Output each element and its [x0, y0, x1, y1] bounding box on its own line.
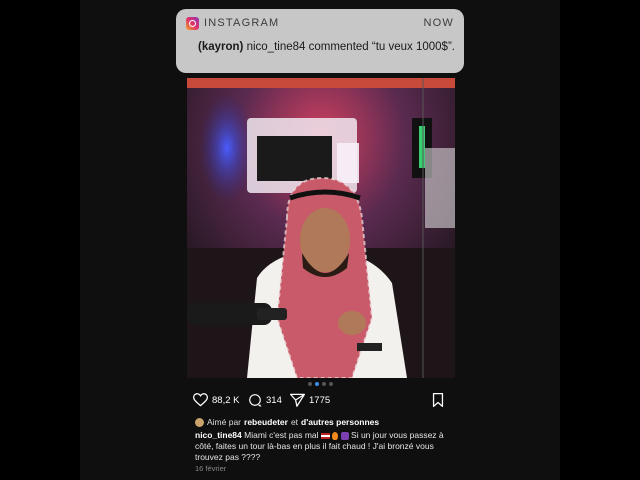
comment-button[interactable]: 314: [248, 393, 282, 407]
carousel-dot: [329, 382, 333, 386]
heart-icon: [193, 393, 208, 407]
caption-text-1: Miami c'est pas mal: [244, 430, 319, 440]
like-count: 88,2 K: [212, 394, 240, 406]
carousel-dot: [308, 382, 312, 386]
like-button[interactable]: 88,2 K: [193, 393, 239, 407]
share-count: 1775: [309, 394, 331, 406]
caption-username[interactable]: nico_tine84: [195, 430, 242, 440]
notification-time: NOW: [423, 17, 454, 29]
notification-sender: (kayron): [198, 41, 244, 53]
post-caption: nico_tine84 Miami c'est pas mal Si un jo…: [195, 430, 445, 463]
liked-by-suffix: et: [290, 417, 299, 427]
comment-icon: [249, 394, 262, 407]
post-photo[interactable]: [187, 78, 455, 378]
share-button[interactable]: 1775: [290, 393, 330, 407]
push-notification[interactable]: INSTAGRAM NOW (kayron) nico_tine84 comme…: [176, 9, 464, 73]
post-photo-image: [187, 78, 455, 378]
post-actions-bar: 88,2 K 314 1775: [193, 393, 449, 409]
left-letterbox: [0, 0, 80, 480]
liked-by-prefix: Aimé par: [207, 417, 242, 427]
liked-by-line: Aimé par rebeudeter et d'autres personne…: [195, 417, 379, 427]
notification-body: (kayron) nico_tine84 commented “tu veux …: [198, 41, 464, 53]
carousel-indicator: [308, 382, 333, 386]
carousel-dot: [322, 382, 326, 386]
notification-message: nico_tine84 commented “tu veux 1000$”.: [246, 41, 455, 53]
flag-emoji-icon: [320, 432, 330, 439]
notification-app-name: INSTAGRAM: [204, 17, 280, 29]
fire-emoji-icon: [332, 431, 339, 440]
save-button[interactable]: [432, 393, 444, 407]
bookmark-icon: [432, 393, 444, 407]
send-icon: [290, 393, 305, 407]
liked-by-others[interactable]: d'autres personnes: [301, 417, 379, 427]
avatar: [195, 417, 204, 427]
instagram-icon: [186, 16, 199, 30]
post-date: 16 février: [195, 464, 227, 473]
comment-count: 314: [266, 394, 282, 406]
right-letterbox: [560, 0, 640, 480]
liked-by-user[interactable]: rebeudeter: [244, 417, 288, 427]
notification-header: INSTAGRAM NOW: [186, 15, 454, 31]
carousel-dot-active: [315, 382, 319, 386]
emoji-icon: [340, 431, 349, 440]
